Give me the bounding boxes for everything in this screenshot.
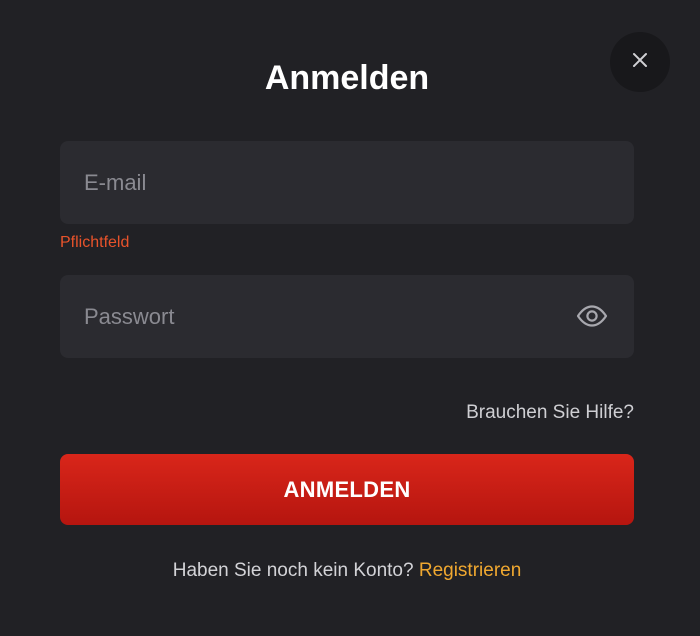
register-prompt: Haben Sie noch kein Konto? Registrieren [0, 558, 694, 584]
password-field[interactable] [60, 275, 634, 358]
register-prompt-text: Haben Sie noch kein Konto? [172, 560, 414, 581]
help-link[interactable]: Brauchen Sie Hilfe? [466, 401, 634, 425]
password-field-container [60, 275, 634, 358]
email-field-container [60, 141, 634, 224]
email-error-message: Pflichtfeld [60, 234, 130, 251]
login-dialog: Anmelden Pflichtfeld Brauchen Sie Hilfe?… [0, 0, 700, 636]
email-field[interactable] [60, 141, 634, 224]
eye-icon[interactable] [576, 302, 608, 330]
register-link[interactable]: Registrieren [419, 560, 521, 581]
dialog-title: Anmelden [264, 59, 430, 97]
login-submit-button[interactable]: ANMELDEN [60, 454, 634, 525]
